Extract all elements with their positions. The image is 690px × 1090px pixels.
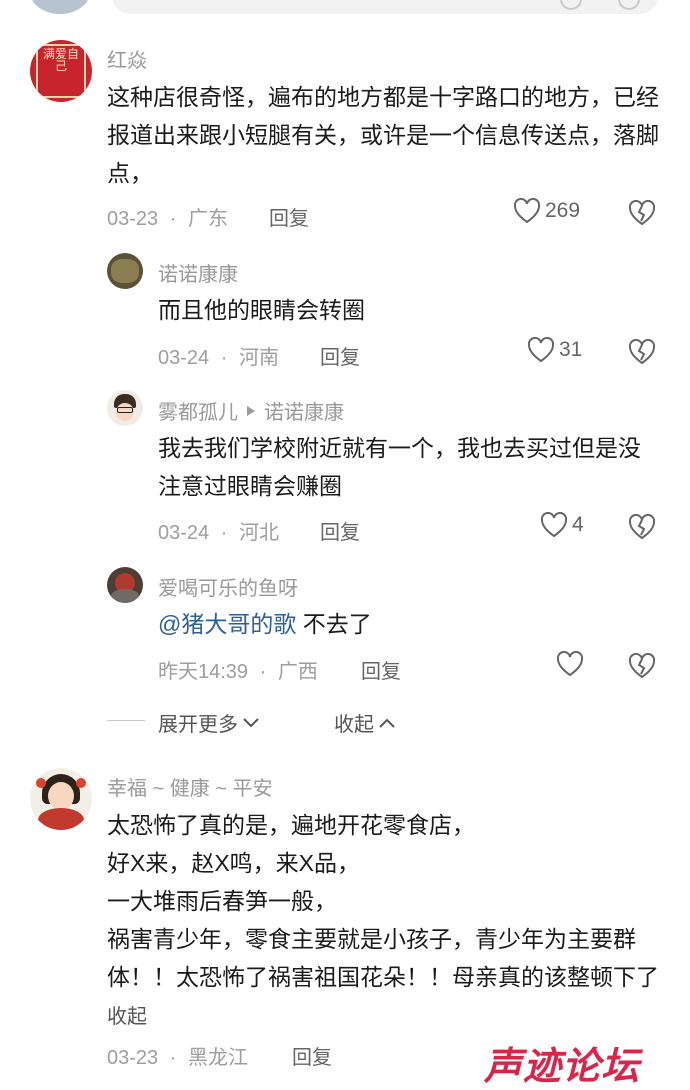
broken-heart-icon — [628, 200, 656, 226]
dislike-button[interactable] — [628, 653, 656, 679]
thread-divider — [107, 720, 145, 721]
reply-location: 河北 — [238, 522, 279, 544]
reply-meta: 03-24 · 河北 — [158, 522, 279, 544]
like-count: 4 — [572, 513, 584, 536]
avatar[interactable] — [107, 390, 143, 426]
reply-username[interactable]: 雾都孤儿 — [158, 396, 238, 425]
reply-username[interactable]: 爱喝可乐的鱼呀 — [158, 572, 298, 601]
heart-icon — [540, 512, 568, 538]
comment-meta: 03-23 · 黑龙江 — [107, 1047, 248, 1069]
reply-target-username[interactable]: 诺诺康康 — [264, 396, 344, 425]
reply-meta: 03-24 · 河南 — [158, 347, 279, 369]
previous-input-bar[interactable] — [112, 0, 658, 14]
reply-username[interactable]: 诺诺康康 — [158, 258, 238, 287]
reply-text: 而且他的眼睛会转圈 — [158, 297, 365, 323]
image-icon[interactable] — [618, 0, 640, 10]
avatar-calligraphy: 满爱自己 — [42, 47, 79, 73]
reply-button[interactable]: 回复 — [292, 1041, 332, 1070]
heart-icon — [513, 198, 541, 224]
reply-text: @猪大哥的歌 不去了 — [158, 611, 372, 637]
heart-icon — [556, 651, 584, 677]
comment-username[interactable]: 幸福 ~ 健康 ~ 平安 — [107, 772, 273, 801]
expand-more-button[interactable]: 展开更多 — [158, 708, 260, 737]
reply-date: 03-24 — [158, 347, 210, 369]
like-count: 31 — [559, 338, 583, 361]
reply-location: 广西 — [277, 661, 318, 683]
reply-button[interactable]: 回复 — [320, 341, 360, 370]
like-button[interactable]: 31 — [527, 337, 582, 363]
heart-icon — [527, 337, 555, 363]
dislike-button[interactable] — [628, 514, 656, 540]
avatar[interactable]: 满爱自己 — [30, 40, 92, 102]
comment-location: 广东 — [187, 208, 228, 230]
like-button[interactable]: 4 — [540, 512, 584, 538]
watermark-logo: 声迹论坛 — [484, 1044, 641, 1088]
comment-username[interactable]: 红焱 — [107, 44, 147, 73]
dislike-button[interactable] — [628, 339, 656, 365]
reply-meta: 昨天14:39 · 广西 — [158, 661, 318, 683]
reply-button[interactable]: 回复 — [361, 655, 401, 684]
reply-button[interactable]: 回复 — [269, 202, 309, 231]
comment-meta: 03-23 · 广东 — [107, 208, 228, 230]
like-button[interactable] — [556, 651, 584, 677]
dislike-button[interactable] — [628, 200, 656, 226]
like-button[interactable]: 269 — [513, 198, 580, 224]
comment-text: 太恐怖了真的是，遍地开花零食店， 好X来，赵X鸣，来X品， 一大堆雨后春笋一般，… — [107, 812, 659, 1028]
broken-heart-icon — [628, 653, 656, 679]
reply-location: 河南 — [238, 347, 279, 369]
avatar[interactable] — [30, 768, 92, 830]
reply-arrow-icon — [246, 405, 256, 417]
comment-date: 03-23 — [107, 208, 159, 230]
reply-text: 我去我们学校附近就有一个，我也去买过但是没注意过眼睛会赚圈 — [158, 435, 641, 499]
like-count: 269 — [545, 199, 581, 222]
collapse-button[interactable]: 收起 — [334, 708, 396, 737]
reply-date: 昨天14:39 — [158, 661, 249, 683]
mention-link[interactable]: @猪大哥的歌 — [158, 611, 296, 637]
reply-header: 雾都孤儿 诺诺康康 — [158, 396, 344, 425]
chevron-down-icon — [242, 717, 260, 729]
inline-collapse-link[interactable]: 收起 — [107, 1006, 147, 1028]
chevron-up-icon — [378, 717, 396, 729]
avatar[interactable] — [107, 567, 143, 603]
comment-location: 黑龙江 — [187, 1047, 248, 1069]
reply-date: 03-24 — [158, 522, 210, 544]
broken-heart-icon — [628, 514, 656, 540]
comment-text: 这种店很奇怪，遍布的地方都是十字路口的地方，已经报道出来跟小短腿有关，或许是一个… — [107, 84, 659, 186]
comment-date: 03-23 — [107, 1047, 159, 1069]
previous-avatar — [30, 0, 90, 14]
reply-button[interactable]: 回复 — [320, 516, 360, 545]
avatar[interactable] — [107, 253, 143, 289]
broken-heart-icon — [628, 339, 656, 365]
emoji-icon[interactable] — [560, 0, 582, 10]
